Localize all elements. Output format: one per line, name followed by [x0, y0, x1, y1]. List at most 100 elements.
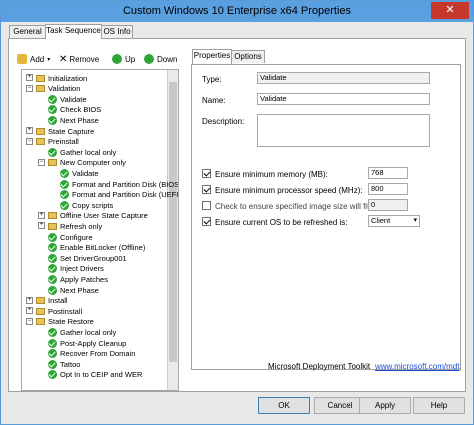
down-label: Down [157, 54, 178, 64]
folder-icon [36, 85, 45, 93]
expander-icon[interactable]: + [38, 211, 45, 219]
current-os-select[interactable]: Client ▾ [368, 215, 420, 227]
min-cpu-input[interactable]: 800 [368, 183, 408, 195]
name-field[interactable]: Validate [257, 93, 430, 105]
remove-button[interactable]: ✕ Remove [59, 52, 99, 66]
min-cpu-checkbox[interactable] [202, 185, 211, 194]
up-label: Up [125, 54, 136, 64]
up-arrow-icon [112, 54, 122, 64]
down-arrow-icon [144, 54, 154, 64]
tree-item[interactable]: Copy scripts [60, 200, 113, 210]
tree-item[interactable]: + Offline User State Capture [38, 211, 148, 221]
image-size-input[interactable]: 0 [368, 199, 408, 211]
name-label: Name: [202, 96, 226, 105]
tree-item[interactable]: + Install [26, 296, 68, 306]
expander-icon[interactable]: + [26, 296, 33, 304]
tree-item-label: Post-Apply Cleanup [60, 338, 127, 348]
tree-item-label: Validation [48, 84, 81, 94]
tree-item[interactable]: Format and Partition Disk (BIOS) [60, 179, 178, 189]
tree-item[interactable]: Inject Drivers [48, 264, 104, 274]
scrollbar-thumb[interactable] [169, 82, 177, 362]
tree-item[interactable]: Enable BitLocker (Offline) [48, 243, 145, 253]
mdt-link[interactable]: www.microsoft.com/mdt [375, 362, 459, 371]
checkmark-icon [48, 115, 57, 125]
tree-item[interactable]: Format and Partition Disk (UEFI) [60, 190, 178, 200]
image-size-label: Check to ensure specified image size wil… [215, 202, 392, 211]
tree-item[interactable]: − New Computer only [38, 158, 126, 168]
expander-icon[interactable]: − [26, 317, 33, 325]
checkmark-icon [48, 359, 57, 369]
tree-item-label: Tattoo [60, 359, 81, 369]
title-bar[interactable]: Custom Windows 10 Enterprise x64 Propert… [1, 1, 473, 22]
checkmark-icon [48, 253, 57, 263]
tree-item[interactable]: + Refresh only [38, 221, 102, 231]
folder-icon [36, 127, 45, 135]
tree-item-label: Configure [60, 232, 93, 242]
dropdown-arrow-icon: ▾ [47, 56, 51, 63]
tree-item[interactable]: − Validation [26, 84, 81, 94]
checkmark-icon [60, 168, 69, 178]
tree-item[interactable]: Check BIOS [48, 105, 101, 115]
up-button[interactable]: Up [112, 52, 135, 66]
min-memory-checkbox[interactable] [202, 169, 211, 178]
expander-icon[interactable]: − [26, 84, 33, 92]
checkmark-icon [60, 179, 69, 189]
tab-task-sequence[interactable]: Task Sequence [45, 24, 102, 39]
tree-item-label: Preinstall [48, 137, 79, 147]
tree-item-label: Validate [72, 168, 99, 178]
min-memory-input[interactable]: 768 [368, 167, 408, 179]
tab-properties[interactable]: Properties [192, 49, 232, 64]
tree-item[interactable]: Post-Apply Cleanup [48, 338, 126, 348]
apply-button[interactable]: Apply [359, 397, 411, 414]
window-title: Custom Windows 10 Enterprise x64 Propert… [122, 5, 352, 17]
add-icon [17, 54, 27, 64]
tree-item[interactable]: Configure [48, 232, 93, 242]
tree-item[interactable]: Next Phase [48, 115, 99, 125]
tree-item[interactable]: − Preinstall [26, 137, 79, 147]
current-os-checkbox[interactable] [202, 217, 211, 226]
expander-icon[interactable]: − [26, 137, 33, 145]
current-os-value: Client [371, 216, 391, 225]
help-button[interactable]: Help [413, 397, 465, 414]
expander-icon[interactable]: + [26, 307, 33, 315]
tree-item[interactable]: Validate [48, 94, 87, 104]
down-button[interactable]: Down [144, 52, 177, 66]
tree-item-label: State Restore [48, 317, 94, 327]
tree-item[interactable]: − State Restore [26, 317, 94, 327]
tab-general[interactable]: General [9, 25, 46, 38]
expander-icon[interactable]: + [38, 222, 45, 230]
checkmark-icon [48, 285, 57, 295]
task-sequence-tree[interactable]: + Initialization − Validation Validate Check … [21, 69, 179, 391]
folder-icon [36, 74, 45, 82]
tree-item[interactable]: Gather local only [48, 147, 116, 157]
tree-item[interactable]: Opt In to CEIP and WER [48, 370, 142, 380]
image-size-checkbox[interactable] [202, 201, 211, 210]
checkmark-icon [48, 349, 57, 359]
expander-icon[interactable]: − [38, 158, 45, 166]
tree-item[interactable]: + State Capture [26, 126, 94, 136]
tab-os-info[interactable]: OS Info [101, 25, 133, 38]
tab-options[interactable]: Options [231, 50, 265, 63]
tree-item[interactable]: Gather local only [48, 327, 116, 337]
tree-item[interactable]: Tattoo [48, 359, 80, 369]
tree-item-label: Set DriverGroup001 [60, 253, 127, 263]
tree-item[interactable]: Validate [60, 168, 99, 178]
tree-item[interactable]: + Postinstall [26, 306, 82, 316]
tree-item-label: Opt In to CEIP and WER [60, 370, 143, 380]
tree-item[interactable]: + Initialization [26, 73, 87, 83]
expander-icon[interactable]: + [26, 74, 33, 81]
tree-scrollbar[interactable] [167, 70, 178, 390]
tree-item-label: Validate [60, 94, 87, 104]
type-label: Type: [202, 75, 222, 84]
expander-icon[interactable]: + [26, 127, 33, 134]
close-button[interactable]: ✕ [431, 2, 469, 19]
ok-button[interactable]: OK [258, 397, 310, 414]
chevron-down-icon: ▾ [413, 217, 417, 224]
tree-item[interactable]: Recover From Domain [48, 349, 135, 359]
checkmark-icon [48, 243, 57, 253]
tree-item[interactable]: Set DriverGroup001 [48, 253, 127, 263]
tree-item[interactable]: Apply Patches [48, 274, 108, 284]
add-button[interactable]: Add ▾ [17, 52, 50, 66]
description-field[interactable] [257, 114, 430, 147]
tree-item[interactable]: Next Phase [48, 285, 99, 295]
